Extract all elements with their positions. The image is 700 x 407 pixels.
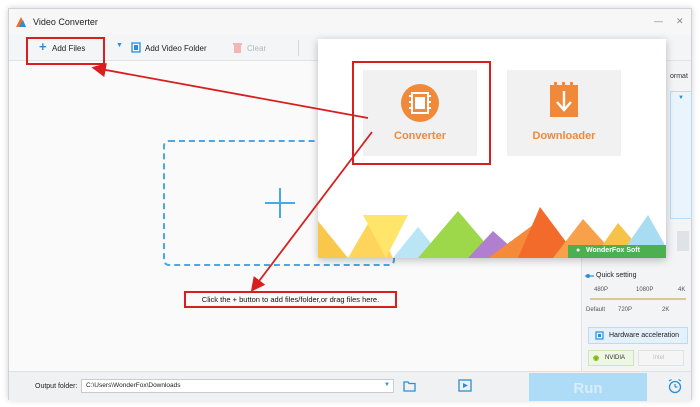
- folder-video-icon: [131, 42, 141, 53]
- clear-button[interactable]: Clear: [233, 39, 283, 57]
- close-button[interactable]: ✕: [676, 16, 684, 27]
- add-video-folder-label: Add Video Folder: [145, 44, 207, 53]
- brand-bar: ● WonderFox Soft: [568, 245, 666, 258]
- intel-option[interactable]: Intel: [638, 350, 684, 366]
- format-selector[interactable]: ▼: [670, 91, 692, 219]
- intel-label: Intel: [653, 355, 665, 361]
- scale-label-default: Default: [586, 307, 606, 313]
- minimize-button[interactable]: —: [654, 16, 663, 26]
- format-dropdown-icon: ▼: [678, 95, 684, 101]
- video-folder-icon[interactable]: [458, 379, 472, 392]
- title-bar: Video Converter — ✕: [9, 9, 691, 35]
- nvidia-label: NVIDIA: [605, 355, 626, 361]
- add-dropdown-icon[interactable]: ▼: [116, 42, 123, 49]
- run-button[interactable]: Run: [529, 373, 647, 401]
- output-folder-dropdown-icon[interactable]: ▼: [384, 382, 390, 388]
- scale-label-720p: 720P: [618, 307, 633, 313]
- add-files-highlight-box: [26, 37, 105, 65]
- scale-label-480p: 480P: [594, 287, 609, 293]
- nvidia-eye-icon: ◉: [593, 355, 600, 362]
- app-logo-icon: [16, 17, 26, 27]
- open-folder-icon[interactable]: [403, 380, 417, 392]
- clear-label: Clear: [247, 44, 267, 53]
- panel-tab[interactable]: [677, 231, 689, 251]
- output-folder-field[interactable]: C:\Users\WonderFox\Downloads ▼: [81, 379, 394, 393]
- output-folder-value: C:\Users\WonderFox\Downloads: [86, 382, 181, 389]
- add-plus-icon[interactable]: [265, 188, 295, 218]
- quality-scale[interactable]: 480P 1080P 4K Default 720P 2K: [586, 287, 686, 317]
- scale-label-1080p: 1080P: [636, 287, 654, 293]
- output-folder-label: Output folder:: [35, 383, 78, 390]
- slider-icon: [585, 274, 594, 278]
- window-title: Video Converter: [33, 17, 98, 27]
- toolbar-divider: [298, 40, 299, 56]
- drop-hint-text: Click the + button to add files/folder,o…: [184, 291, 397, 308]
- hardware-acceleration-label: Hardware acceleration: [609, 332, 680, 339]
- add-video-folder-button[interactable]: Add Video Folder: [131, 39, 227, 57]
- scale-track[interactable]: [590, 298, 686, 300]
- alarm-clock-icon[interactable]: [667, 378, 683, 394]
- quick-setting-label: Quick setting: [596, 272, 637, 279]
- run-label: Run: [573, 380, 603, 397]
- downloader-tile[interactable]: Downloader: [507, 70, 621, 156]
- bottom-bar: Output folder: C:\Users\WonderFox\Downlo…: [9, 371, 691, 401]
- trash-icon: [233, 43, 242, 53]
- brand-label: WonderFox Soft: [586, 247, 640, 254]
- chip-icon: [595, 331, 604, 340]
- scale-label-4k: 4K: [678, 287, 686, 293]
- nvidia-option[interactable]: ◉ NVIDIA: [588, 350, 634, 366]
- converter-highlight-box: [352, 61, 491, 165]
- download-icon: [550, 82, 578, 117]
- hardware-acceleration-toggle[interactable]: Hardware acceleration: [588, 327, 688, 344]
- wonderfox-logo-icon: ●: [576, 247, 581, 254]
- downloader-label: Downloader: [532, 130, 596, 142]
- format-label: ormat: [670, 73, 688, 80]
- scale-label-2k: 2K: [662, 307, 670, 313]
